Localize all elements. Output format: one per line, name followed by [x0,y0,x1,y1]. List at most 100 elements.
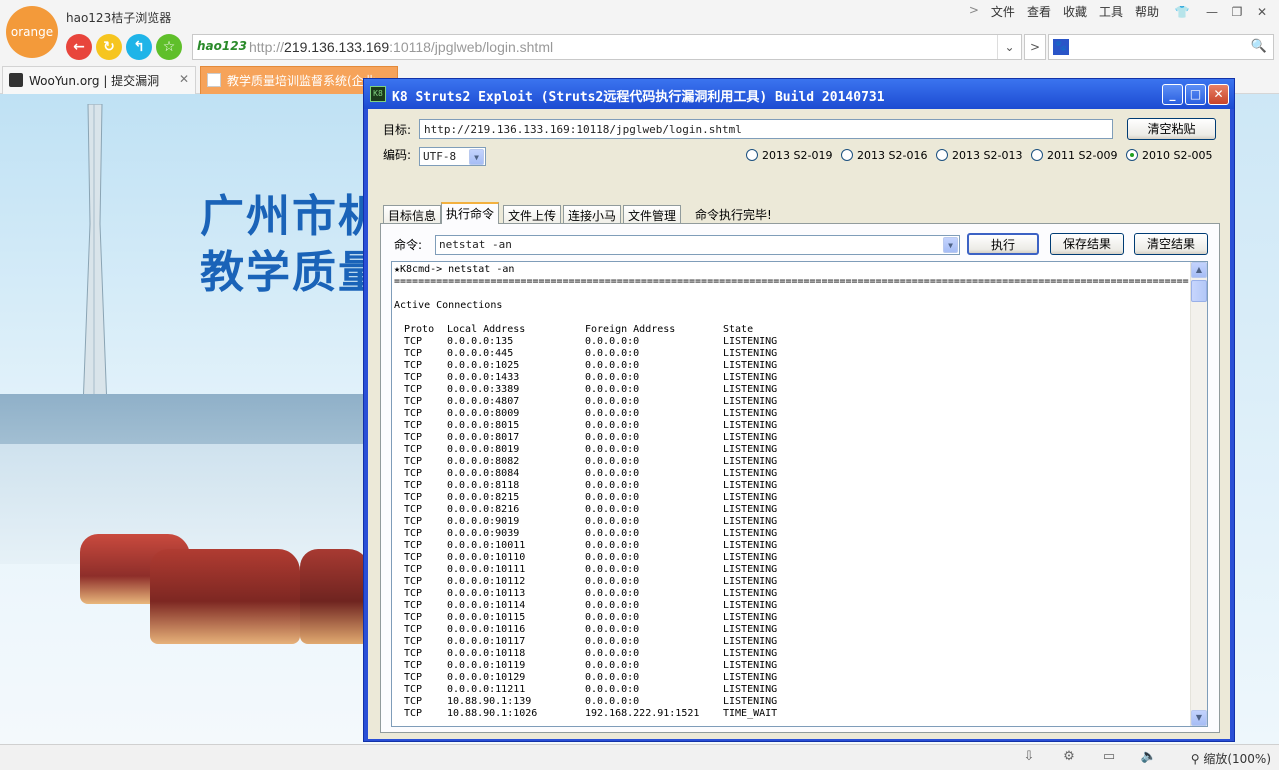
cell: LISTENING [723,348,778,359]
cell: TCP [404,456,423,467]
table-row: TCP 0.0.0.0:8082 0.0.0.0:0 LISTENING [394,456,1189,468]
menu-file[interactable]: 文件 [991,3,1015,20]
menu-view[interactable]: 查看 [1027,3,1051,20]
exploit-radio-s2-019[interactable]: 2013 S2-019 [746,149,832,162]
cell: 0.0.0.0:0 [585,624,640,635]
tab-file-manager[interactable]: 文件管理 [623,205,682,223]
gear-icon[interactable]: ⚙ [1060,749,1078,767]
search-box[interactable]: 🐾 🔍 [1048,34,1274,60]
url-text[interactable]: http://219.136.133.169:10118/jpglweb/log… [249,39,553,55]
cell: LISTENING [723,636,778,647]
search-icon[interactable]: 🔍 [1251,39,1267,54]
cell: 0.0.0.0:10116 [447,624,526,635]
cell: TCP [404,696,423,707]
back-icon[interactable]: ← [66,34,92,60]
cell: LISTENING [723,576,778,587]
table-row: TCP 0.0.0.0:8019 0.0.0.0:0 LISTENING [394,444,1189,456]
save-result-button[interactable]: 保存结果 [1050,233,1124,255]
target-label: 目标: [383,123,412,137]
address-dropdown-icon[interactable]: ⌄ [997,35,1021,59]
k8-minimize-icon[interactable]: _ [1162,84,1183,105]
table-row: TCP 0.0.0.0:135 0.0.0.0:0 LISTENING [394,336,1189,348]
tab-file-upload[interactable]: 文件上传 [503,205,562,223]
clear-paste-button[interactable]: 清空粘贴 [1127,118,1216,140]
cell: LISTENING [723,492,778,503]
exploit-radio-s2-005[interactable]: 2010 S2-005 [1126,149,1212,162]
clear-result-button[interactable]: 清空结果 [1134,233,1208,255]
menu-favorites[interactable]: 收藏 [1063,3,1087,20]
command-output[interactable]: ★K8cmd-> netstat -an ====================… [391,261,1208,727]
scroll-down-icon[interactable]: ▼ [1191,710,1207,726]
window-icon[interactable]: ▭ [1100,749,1118,767]
tab-target-info[interactable]: 目标信息 [383,205,442,223]
table-row: TCP 0.0.0.0:10119 0.0.0.0:0 LISTENING [394,660,1189,672]
cell: 0.0.0.0:1433 [447,372,520,383]
scroll-thumb[interactable] [1191,280,1207,302]
execute-button[interactable]: 执行 [967,233,1039,255]
cell: 0.0.0.0:0 [585,540,640,551]
table-row: TCP 0.0.0.0:8215 0.0.0.0:0 LISTENING [394,492,1189,504]
cell: TCP [404,708,423,719]
cell: TCP [404,540,423,551]
menu-help[interactable]: 帮助 [1135,3,1159,20]
tab-close-icon[interactable]: ✕ [179,72,189,86]
k8-maximize-icon[interactable]: □ [1185,84,1206,105]
restore-icon[interactable]: ❐ [1228,4,1246,20]
tab-execute-command[interactable]: 执行命令 [441,202,500,224]
cell: 0.0.0.0:0 [585,384,640,395]
table-row: TCP 0.0.0.0:10116 0.0.0.0:0 LISTENING [394,624,1189,636]
command-label: 命令: [394,238,423,252]
cell: TCP [404,672,423,683]
scroll-up-icon[interactable]: ▲ [1191,262,1207,278]
vertical-scrollbar[interactable]: ▲ ▼ [1190,262,1207,726]
table-row: TCP 0.0.0.0:8084 0.0.0.0:0 LISTENING [394,468,1189,480]
k8-close-icon[interactable]: ✕ [1208,84,1229,105]
cell: TCP [404,372,423,383]
orange-logo[interactable]: orange [6,6,58,58]
target-input[interactable]: http://219.136.133.169:10118/jpglweb/log… [419,119,1113,139]
radio-icon [746,149,758,161]
canton-tower-image [81,104,109,434]
tab-wooyun[interactable]: WooYun.org | 提交漏洞 ✕ [2,66,196,94]
cell: LISTENING [723,540,778,551]
cell: TCP [404,516,423,527]
cell: 0.0.0.0:0 [585,636,640,647]
minimize-icon[interactable]: — [1203,4,1221,20]
tab-connect-shell[interactable]: 连接小马 [563,205,622,223]
table-row: TCP 0.0.0.0:8216 0.0.0.0:0 LISTENING [394,504,1189,516]
exploit-radio-s2-016[interactable]: 2013 S2-016 [841,149,927,162]
encoding-select[interactable]: UTF-8 ▼ [419,147,486,166]
download-icon[interactable]: ⇩ [1020,749,1038,767]
chevron-down-icon[interactable]: ▼ [943,237,958,253]
exploit-radio-s2-013[interactable]: 2013 S2-013 [936,149,1022,162]
favorite-star-icon[interactable]: ☆ [156,34,182,60]
cell: LISTENING [723,552,778,563]
cell: 0.0.0.0:0 [585,684,640,695]
cell: TCP [404,648,423,659]
skin-shirt-icon[interactable]: 👕 [1173,4,1191,20]
menu-tools[interactable]: 工具 [1099,3,1123,20]
zoom-control[interactable]: ⚲ 缩放(100%) [1191,750,1271,767]
chevron-down-icon[interactable]: ▼ [469,149,484,165]
k8-titlebar[interactable]: K8 K8 Struts2 Exploit (Struts2远程代码执行漏洞利用… [364,79,1234,109]
speaker-icon[interactable]: 🔈 [1140,749,1158,767]
cell: TCP [404,420,423,431]
cell: LISTENING [723,600,778,611]
close-icon[interactable]: ✕ [1253,4,1271,20]
menu-chevron-icon[interactable]: > [969,3,979,20]
go-arrow-icon[interactable]: > [1024,34,1046,60]
command-input[interactable]: netstat -an ▼ [435,235,960,255]
exploit-radio-s2-009[interactable]: 2011 S2-009 [1031,149,1117,162]
table-row: TCP 0.0.0.0:445 0.0.0.0:0 LISTENING [394,348,1189,360]
output-heading: Active Connections [394,300,503,311]
address-bar[interactable]: hao123 http://219.136.133.169:10118/jpgl… [192,34,1022,60]
baidu-paw-icon[interactable]: 🐾 [1053,39,1069,55]
refresh-icon[interactable]: ↻ [96,34,122,60]
cell: TCP [404,348,423,359]
cell: 0.0.0.0:0 [585,372,640,383]
cell: 0.0.0.0:0 [585,468,640,479]
cell: 0.0.0.0:10111 [447,564,526,575]
tab-label: 教学质量培训监督系统(企业 [227,74,376,88]
return-icon[interactable]: ↰ [126,34,152,60]
taxi-image [300,549,370,644]
